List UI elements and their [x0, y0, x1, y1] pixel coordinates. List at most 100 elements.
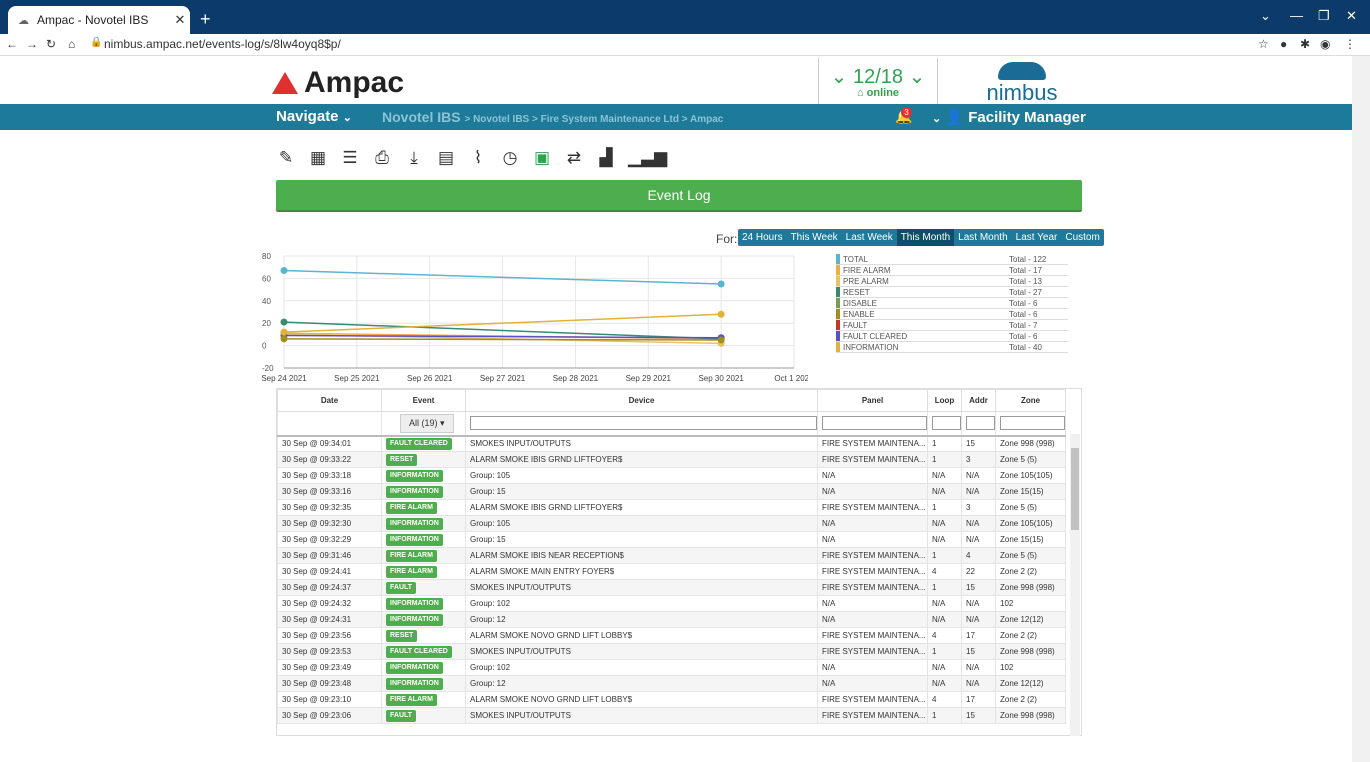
puzzle-icon[interactable]: ✱ [1300, 37, 1310, 51]
profile-icon[interactable]: ◉ [1320, 37, 1330, 51]
table-row[interactable]: 30 Sep @ 09:23:06 FAULT SMOKES INPUT/OUTPU… [277, 707, 1066, 724]
table-row[interactable]: 30 Sep @ 09:32:30 INFORMATION Group: 105 N/… [277, 515, 1066, 532]
table-row[interactable]: 30 Sep @ 09:24:41 FIRE ALARM ALARM SMOKE M… [277, 563, 1066, 580]
table-row[interactable]: 30 Sep @ 09:34:01 FAULT CLEARED SMOKES INP… [277, 435, 1066, 452]
table-row[interactable]: 30 Sep @ 09:32:29 INFORMATION Group: 15 N/A… [277, 531, 1066, 548]
table-row[interactable]: 30 Sep @ 09:33:22 RESET ALARM SMOKE IBIS G… [277, 451, 1066, 468]
forward-icon[interactable]: → [26, 37, 38, 51]
window-close-button[interactable]: ✕ [1346, 8, 1357, 24]
period-option[interactable]: Custom [1061, 229, 1103, 246]
star-icon[interactable]: ☆ [1258, 37, 1269, 51]
column-header[interactable]: Date [277, 389, 382, 412]
table-row[interactable]: 30 Sep @ 09:23:49 INFORMATION Group: 102 N/… [277, 659, 1066, 676]
home-icon[interactable]: ⌂ [68, 37, 75, 51]
edit-icon[interactable]: ✎ [276, 148, 296, 168]
period-option[interactable]: Last Month [954, 229, 1011, 246]
table-row[interactable]: 30 Sep @ 09:23:53 FAULT CLEARED SMOKES INP… [277, 643, 1066, 660]
legend-item[interactable]: FAULT Total - 7 [836, 320, 1068, 331]
report-icon[interactable]: ▤ [436, 148, 456, 168]
column-header[interactable]: Device [465, 389, 818, 412]
new-tab-button[interactable]: + [200, 9, 211, 30]
legend-item[interactable]: DISABLE Total - 6 [836, 298, 1068, 309]
ampac-logo[interactable]: Ampac [272, 66, 404, 100]
legend-item[interactable]: FIRE ALARM Total - 17 [836, 265, 1068, 276]
column-header[interactable]: Zone [995, 389, 1066, 412]
table-row[interactable]: 30 Sep @ 09:33:18 INFORMATION Group: 105 N/… [277, 467, 1066, 484]
breadcrumb-site[interactable]: Novotel IBS [382, 109, 461, 125]
legend-item[interactable]: FAULT CLEARED Total - 6 [836, 331, 1068, 342]
loop-filter-input[interactable] [932, 416, 961, 431]
url-field[interactable]: nimbus.ampac.net/events-log/s/8lw4oyq8$p… [104, 37, 341, 51]
paperclip-icon[interactable]: ⌇ [468, 148, 488, 168]
print-icon[interactable]: ⎙ [372, 148, 392, 168]
user-menu[interactable]: ⌄ 👤 Facility Manager [932, 108, 1086, 126]
clock-icon[interactable]: ◷ [500, 148, 520, 168]
legend-item[interactable]: INFORMATION Total - 40 [836, 342, 1068, 353]
page-scrollbar[interactable] [1352, 56, 1370, 762]
table-cell: N/A [961, 515, 996, 532]
table-cell: FIRE ALARM [381, 547, 466, 564]
legend-item[interactable]: RESET Total - 27 [836, 287, 1068, 298]
table-cell: 15 [961, 435, 996, 452]
column-header[interactable]: Addr [961, 389, 996, 412]
table-cell: Group: 12 [465, 611, 818, 628]
download-icon[interactable]: ⤓ [404, 148, 424, 168]
signal-chart-icon[interactable]: ▁▃▆ [628, 148, 667, 168]
column-header[interactable]: Loop [927, 389, 962, 412]
swap-icon[interactable]: ⇄ [564, 148, 584, 168]
column-header[interactable]: Panel [817, 389, 928, 412]
reload-icon[interactable]: ↻ [46, 37, 56, 51]
menu-icon[interactable]: ⋮ [1344, 37, 1356, 51]
legend-item[interactable]: TOTAL Total - 122 [836, 254, 1068, 265]
table-row[interactable]: 30 Sep @ 09:23:10 FIRE ALARM ALARM SMOKE N… [277, 691, 1066, 708]
zone-filter-input[interactable] [1000, 416, 1065, 431]
browser-tab[interactable]: ☁ Ampac - Novotel IBS ✕ [8, 6, 190, 34]
addr-filter-input[interactable] [966, 416, 995, 431]
device-filter-input[interactable] [470, 416, 817, 431]
navigate-menu[interactable]: Navigate ⌄ [276, 108, 352, 125]
table-row[interactable]: 30 Sep @ 09:33:16 INFORMATION Group: 15 N/A… [277, 483, 1066, 500]
extension-icon[interactable]: ● [1280, 37, 1287, 51]
site-counter[interactable]: ⌄ 12/18 ⌄ ⌂ online [818, 58, 938, 104]
table-row[interactable]: 30 Sep @ 09:24:31 INFORMATION Group: 12 N/A… [277, 611, 1066, 628]
nimbus-logo[interactable]: nimbus [980, 62, 1064, 105]
legend-item[interactable]: PRE ALARM Total - 13 [836, 276, 1068, 287]
bar-chart-icon[interactable]: ▟ [596, 148, 616, 168]
export-icon[interactable]: ▣ [532, 148, 552, 168]
close-icon[interactable]: ✕ [170, 12, 190, 28]
event-badge: INFORMATION [386, 613, 443, 626]
event-filter-dropdown[interactable]: All (19) ▾ [400, 413, 454, 433]
column-header[interactable]: Event [381, 389, 466, 412]
legend-item[interactable]: ENABLE Total - 6 [836, 309, 1068, 320]
table-cell: N/A [817, 515, 928, 532]
table-row[interactable]: 30 Sep @ 09:23:48 INFORMATION Group: 12 N/A… [277, 675, 1066, 692]
scroll-thumb[interactable] [1071, 448, 1079, 530]
table-cell: INFORMATION [381, 467, 466, 484]
minimize-button[interactable]: — [1290, 8, 1303, 23]
restore-button[interactable]: ❐ [1318, 8, 1330, 24]
x-tick-label: Sep 27 2021 [480, 374, 526, 383]
period-option[interactable]: Last Year [1012, 229, 1062, 246]
event-badge: RESET [386, 453, 418, 466]
period-option[interactable]: This Month [896, 229, 955, 246]
table-row[interactable]: 30 Sep @ 09:31:46 FIRE ALARM ALARM SMOKE I… [277, 547, 1066, 564]
breadcrumb-path[interactable]: > Novotel IBS > Fire System Maintenance … [464, 114, 723, 125]
table-cell: SMOKES INPUT/OUTPUTS [465, 435, 818, 452]
table-row[interactable]: 30 Sep @ 09:24:32 INFORMATION Group: 102 N/… [277, 595, 1066, 612]
legend-swatch [836, 320, 840, 330]
x-tick-label: Sep 29 2021 [626, 374, 672, 383]
panel-filter-input[interactable] [822, 416, 927, 431]
event-badge: INFORMATION [386, 533, 443, 546]
calendar-icon[interactable]: ▦ [308, 148, 328, 168]
list-icon[interactable]: ☰ [340, 148, 360, 168]
legend-name: TOTAL [843, 254, 869, 264]
table-scrollbar[interactable] [1070, 434, 1080, 736]
table-row[interactable]: 30 Sep @ 09:32:35 FIRE ALARM ALARM SMOKE I… [277, 499, 1066, 516]
period-option[interactable]: 24 Hours [738, 229, 787, 246]
table-row[interactable]: 30 Sep @ 09:23:56 RESET ALARM SMOKE NOVO G… [277, 627, 1066, 644]
chevron-down-icon[interactable]: ⌄ [1260, 8, 1271, 24]
back-icon[interactable]: ← [6, 37, 18, 51]
period-option[interactable]: This Week [787, 229, 842, 246]
table-row[interactable]: 30 Sep @ 09:24:37 FAULT SMOKES INPUT/OUTPU… [277, 579, 1066, 596]
period-option[interactable]: Last Week [842, 229, 897, 246]
